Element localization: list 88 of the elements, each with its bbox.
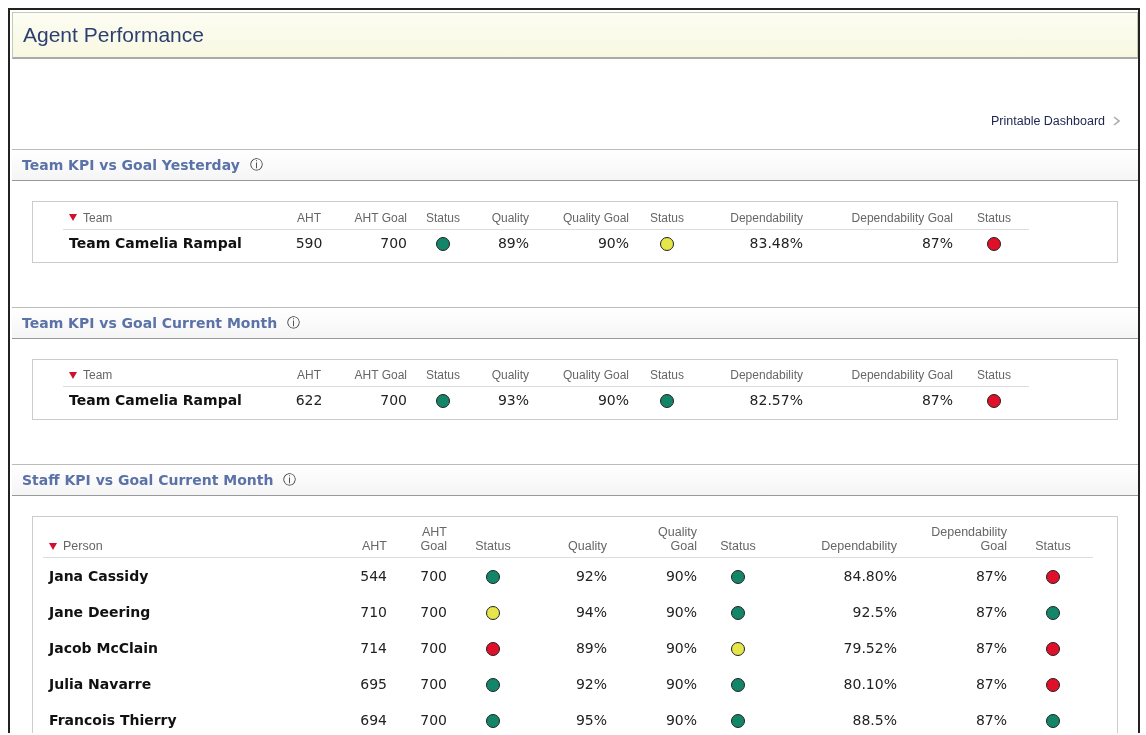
- section-title: Staff KPI vs Goal Current Month: [22, 472, 274, 488]
- table-cell: 544: [360, 568, 387, 584]
- table-cell: 87%: [975, 676, 1007, 692]
- table-cell: 89%: [497, 234, 529, 251]
- column-header[interactable]: AHT: [362, 539, 387, 553]
- info-icon[interactable]: ⓘ: [249, 156, 263, 174]
- table-cell: 87%: [975, 604, 1007, 620]
- table-cell: Team Camelia Rampal: [69, 234, 242, 251]
- table-cell: 92%: [575, 676, 607, 692]
- table-cell: 95%: [575, 712, 607, 728]
- table-cell: 622: [295, 392, 323, 408]
- column-header[interactable]: Status: [1035, 539, 1071, 553]
- table-cell: 590: [295, 234, 323, 251]
- table-cell: 90%: [597, 392, 629, 408]
- column-header[interactable]: AHT Goal: [354, 210, 407, 225]
- table-cell: Francois Thierry: [49, 712, 177, 728]
- table-cell: 700: [420, 676, 447, 692]
- column-header[interactable]: Status: [426, 368, 460, 382]
- column-header[interactable]: Team: [83, 368, 113, 382]
- column-header[interactable]: Status: [720, 539, 756, 553]
- column-header[interactable]: AHT Goal: [354, 368, 407, 382]
- column-header[interactable]: AHT Goal: [399, 525, 447, 553]
- column-header[interactable]: Status: [650, 210, 684, 225]
- table-cell: Team Camelia Rampal: [69, 392, 242, 408]
- table-cell: 79.52%: [843, 640, 897, 656]
- table-cell: 694: [360, 712, 387, 728]
- column-header[interactable]: Quality: [491, 210, 529, 225]
- table-cell: 84.80%: [843, 568, 897, 584]
- info-icon[interactable]: ⓘ: [283, 471, 297, 489]
- table-cell: 94%: [575, 604, 607, 620]
- column-header[interactable]: Status: [977, 210, 1011, 225]
- column-header[interactable]: AHT: [297, 210, 321, 225]
- column-header[interactable]: Quality Goal: [647, 525, 697, 553]
- column-header[interactable]: Dependability: [730, 368, 803, 382]
- section-title: Team KPI vs Goal Current Month: [22, 314, 278, 331]
- table-cell: 700: [420, 640, 447, 656]
- column-header[interactable]: Quality Goal: [562, 368, 629, 382]
- table-cell: 700: [420, 568, 447, 584]
- table-cell: 700: [380, 392, 407, 408]
- table-cell: 90%: [597, 234, 629, 251]
- table-cell: 87%: [975, 640, 1007, 656]
- table-cell: 90%: [665, 568, 697, 584]
- table-cell: 83.48%: [749, 234, 803, 251]
- table-cell: 80.10%: [843, 676, 897, 692]
- table-cell: 92%: [575, 568, 607, 584]
- table-cell: 714: [360, 640, 387, 656]
- table-cell: Julia Navarre: [49, 676, 152, 692]
- table-cell: 90%: [665, 604, 697, 620]
- table-cell: 700: [380, 234, 407, 251]
- column-header[interactable]: Team: [83, 210, 113, 225]
- table-cell: 87%: [921, 392, 953, 408]
- table-cell: 89%: [575, 640, 607, 656]
- column-header[interactable]: Dependability Goal: [851, 210, 953, 225]
- table-cell: 87%: [975, 568, 1007, 584]
- table-cell: 90%: [665, 640, 697, 656]
- table-cell: 87%: [975, 712, 1007, 728]
- column-header[interactable]: Dependability Goal: [851, 368, 953, 382]
- column-header[interactable]: Quality: [491, 368, 529, 382]
- column-header[interactable]: Status: [426, 210, 460, 225]
- table-cell: Jacob McClain: [49, 640, 158, 656]
- column-header[interactable]: Status: [977, 368, 1011, 382]
- table-cell: 710: [360, 604, 387, 620]
- table-cell: 700: [420, 712, 447, 728]
- column-header[interactable]: Person: [63, 539, 103, 553]
- table-cell: 700: [420, 604, 447, 620]
- table-cell: Jana Cassidy: [49, 568, 149, 584]
- table-cell: 88.5%: [852, 712, 897, 728]
- column-header[interactable]: Status: [475, 539, 511, 553]
- column-header[interactable]: Status: [650, 368, 684, 382]
- printable-dashboard-link[interactable]: Printable Dashboard: [991, 114, 1105, 128]
- table-cell: 90%: [665, 676, 697, 692]
- table-cell: 90%: [665, 712, 697, 728]
- info-icon[interactable]: ⓘ: [287, 313, 301, 332]
- column-header[interactable]: Dependability: [821, 539, 897, 553]
- section-title: Team KPI vs Goal Yesterday: [22, 157, 240, 173]
- chevron-right-icon: [1113, 116, 1120, 126]
- column-header[interactable]: Dependability Goal: [909, 525, 1007, 553]
- table-cell: 87%: [921, 234, 953, 251]
- table-cell: 93%: [497, 392, 529, 408]
- table-cell: 92.5%: [852, 604, 897, 620]
- table-cell: 82.57%: [749, 392, 803, 408]
- column-header[interactable]: Dependability: [730, 210, 803, 225]
- page-title: Agent Performance: [23, 23, 204, 47]
- column-header[interactable]: Quality: [568, 539, 607, 553]
- column-header[interactable]: AHT: [297, 368, 321, 382]
- column-header[interactable]: Quality Goal: [562, 210, 629, 225]
- table-cell: Jane Deering: [49, 604, 151, 620]
- table-cell: 695: [360, 676, 387, 692]
